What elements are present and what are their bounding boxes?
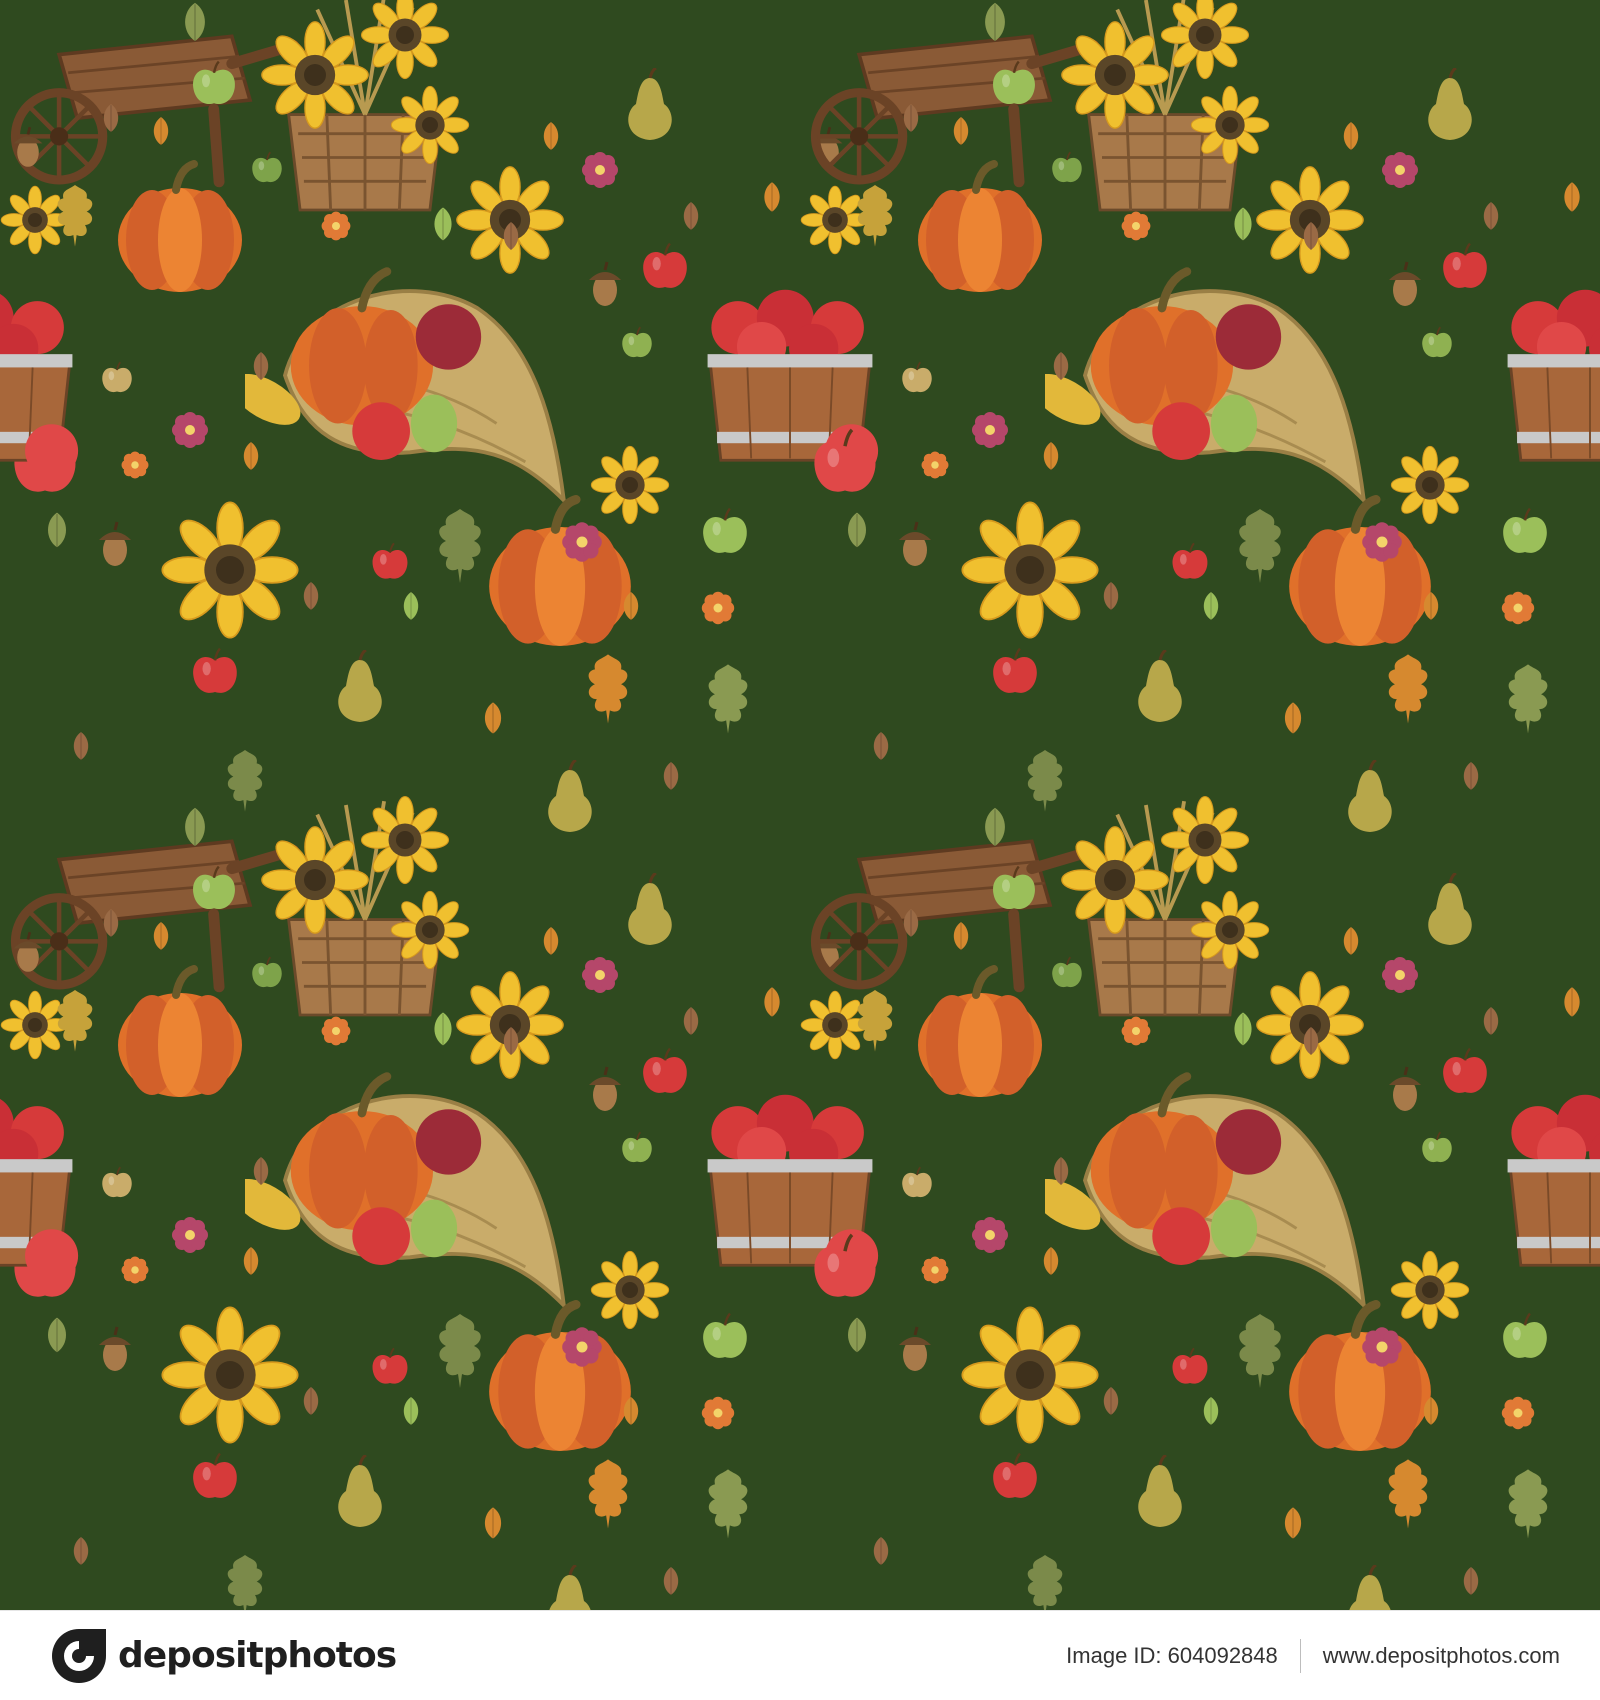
brand[interactable]: depositphotos <box>50 1627 397 1685</box>
depositphotos-logo-icon <box>52 1628 106 1683</box>
brand-name: depositphotos <box>118 1635 397 1676</box>
pattern-canvas <box>0 0 1600 1610</box>
stock-footer: depositphotos Image ID: 604092848 www.de… <box>0 1610 1600 1700</box>
image-meta: Image ID: 604092848 www.depositphotos.co… <box>1066 1638 1560 1673</box>
image-id: Image ID: 604092848 <box>1066 1642 1278 1668</box>
meta-divider <box>1299 1638 1301 1673</box>
site-url[interactable]: www.depositphotos.com <box>1323 1643 1560 1669</box>
autumn-harvest-pattern <box>0 0 1600 1610</box>
